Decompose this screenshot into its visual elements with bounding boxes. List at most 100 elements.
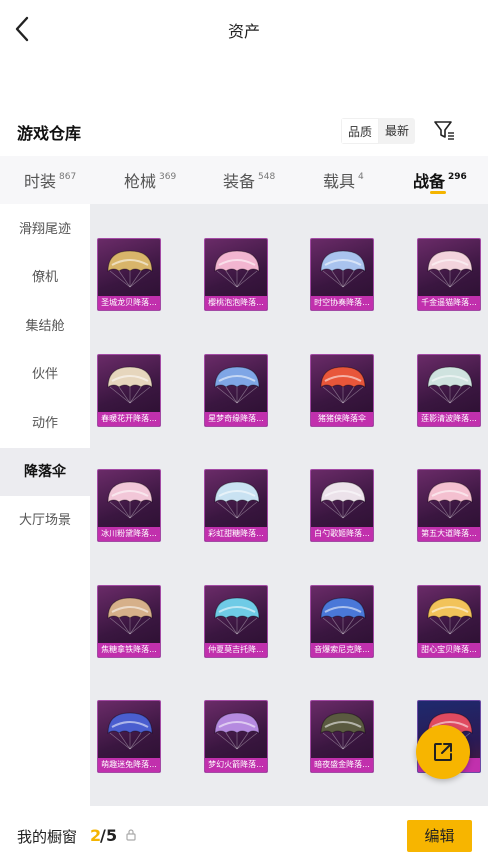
sort-toggle: 品质 最新 [341, 118, 416, 144]
warehouse-header: 游戏仓库 品质 最新 [0, 112, 488, 150]
active-tab-indicator [430, 191, 446, 194]
parachute-icon [427, 481, 473, 519]
page-title: 资产 [227, 22, 260, 41]
item-card[interactable]: 甜心宝贝降落... [417, 585, 481, 658]
parachute-icon [320, 250, 366, 288]
item-card-label: 白勺歌姬降落... [311, 527, 373, 541]
item-card[interactable]: 萌趣迷兔降落... [97, 700, 161, 773]
item-card-label: 莲影清波降落... [418, 412, 480, 426]
parachute-icon [214, 712, 260, 750]
sidebar-item-emote[interactable]: 动作 [0, 400, 90, 448]
parachute-icon [107, 712, 153, 750]
item-card-label: 仲夏莫吉托降... [205, 643, 267, 657]
sidebar-item-companion[interactable]: 伙伴 [0, 351, 90, 399]
item-card[interactable]: 千金遥猫降落... [417, 238, 481, 311]
sidebar-item-wingman[interactable]: 僚机 [0, 254, 90, 302]
item-card[interactable]: 白勺歌姬降落... [310, 469, 374, 542]
item-card[interactable]: 春暖花开降落... [97, 354, 161, 427]
parachute-icon [320, 366, 366, 404]
item-card-label: 冰川粉黛降落... [98, 527, 160, 541]
parachute-icon [107, 250, 153, 288]
tab-fashion[interactable]: 时装 867 [24, 168, 76, 192]
item-card-label: 千金遥猫降落... [418, 296, 480, 310]
parachute-icon [427, 250, 473, 288]
parachute-icon [107, 597, 153, 635]
item-card-label: 圣城龙贝降落... [98, 296, 160, 310]
bottom-bar: 我的橱窗 2 / 5 编辑 [0, 806, 488, 864]
filter-button[interactable] [432, 118, 456, 142]
tab-count: 867 [59, 172, 77, 182]
item-card[interactable]: 彩虹甜糖降落... [204, 469, 268, 542]
parachute-icon [320, 481, 366, 519]
sort-latest-button[interactable]: 最新 [379, 118, 415, 144]
parachute-icon [320, 597, 366, 635]
item-card-label: 樱桃泡泡降落... [205, 296, 267, 310]
showcase-count-max: 5 [106, 826, 118, 845]
parachute-icon [320, 712, 366, 750]
item-card-label: 甜心宝贝降落... [418, 643, 480, 657]
tab-count: 548 [258, 172, 276, 182]
item-card-label: 焦糖拿铁降落... [98, 643, 160, 657]
share-button[interactable] [416, 725, 470, 779]
parachute-icon [427, 366, 473, 404]
item-card-label: 彩虹甜糖降落... [205, 527, 267, 541]
filter-icon [434, 121, 454, 140]
sidebar-item-pod[interactable]: 集结舱 [0, 303, 90, 351]
item-card[interactable]: 仲夏莫吉托降... [204, 585, 268, 658]
sidebar-item-parachute[interactable]: 降落伞 [0, 448, 90, 496]
item-card[interactable]: 冰川粉黛降落... [97, 469, 161, 542]
item-card-label: 梦幻火箭降落... [205, 758, 267, 772]
lock-icon [126, 829, 136, 841]
top-bar: 资产 [0, 0, 488, 58]
parachute-icon [107, 481, 153, 519]
warehouse-title: 游戏仓库 [17, 124, 82, 143]
item-card-label: 星梦奇缘降落... [205, 412, 267, 426]
edit-button[interactable]: 编辑 [407, 820, 472, 852]
tab-readiness[interactable]: 战备 296 [413, 168, 467, 192]
parachute-icon [214, 366, 260, 404]
parachute-icon [214, 597, 260, 635]
item-card-label: 春暖花开降落... [98, 412, 160, 426]
item-card-label: 猪猪侠降落伞 [311, 412, 373, 426]
tab-equipment[interactable]: 装备 548 [223, 168, 275, 192]
tab-count: 296 [448, 172, 467, 182]
parachute-icon [107, 366, 153, 404]
item-card[interactable]: 梦幻火箭降落... [204, 700, 268, 773]
item-card-label: 时空协奏降落... [311, 296, 373, 310]
item-card-label: 暗夜盛金降落... [311, 758, 373, 772]
item-card[interactable]: 星梦奇缘降落... [204, 354, 268, 427]
tab-guns[interactable]: 枪械 369 [124, 168, 176, 192]
item-card[interactable]: 猪猪侠降落伞 [310, 354, 374, 427]
item-card[interactable]: 樱桃泡泡降落... [204, 238, 268, 311]
item-card[interactable]: 暗夜盛金降落... [310, 700, 374, 773]
tab-label: 枪械 [124, 172, 157, 191]
parachute-icon [214, 481, 260, 519]
item-card[interactable]: 音爆索尼克降... [310, 585, 374, 658]
sort-quality-button[interactable]: 品质 [341, 118, 380, 144]
item-card-label: 萌趣迷兔降落... [98, 758, 160, 772]
item-card[interactable]: 时空协奏降落... [310, 238, 374, 311]
tab-count: 4 [358, 172, 364, 182]
tab-label: 装备 [223, 172, 256, 191]
tab-label: 载具 [323, 172, 356, 191]
tab-vehicles[interactable]: 载具 4 [323, 168, 364, 192]
item-card[interactable]: 焦糖拿铁降落... [97, 585, 161, 658]
showcase-count-separator: / [100, 826, 106, 845]
parachute-icon [214, 250, 260, 288]
tab-label: 时装 [24, 172, 57, 191]
sidebar-item-glide-trail[interactable]: 滑翔尾迹 [0, 206, 90, 254]
item-card-label: 第五大道降落... [418, 527, 480, 541]
external-link-icon [434, 743, 452, 761]
category-tabs: 时装 867 枪械 369 装备 548 载具 4 战备 296 [0, 156, 488, 204]
sidebar: 滑翔尾迹 僚机 集结舱 伙伴 动作 降落伞 大厅场景 [0, 204, 90, 806]
showcase-label: 我的橱窗 [17, 828, 78, 846]
item-card[interactable]: 第五大道降落... [417, 469, 481, 542]
sidebar-item-lobby-scene[interactable]: 大厅场景 [0, 497, 90, 545]
item-card-label: 音爆索尼克降... [311, 643, 373, 657]
item-card[interactable]: 圣城龙贝降落... [97, 238, 161, 311]
item-grid: 圣城龙贝降落... 樱桃泡泡降落... 时空协奏降落... 千金遥猫降落... 春暖花开… [90, 204, 488, 806]
item-card[interactable]: 莲影清波降落... [417, 354, 481, 427]
tab-count: 369 [159, 172, 177, 182]
tab-label: 战备 [413, 172, 446, 191]
parachute-icon [427, 597, 473, 635]
